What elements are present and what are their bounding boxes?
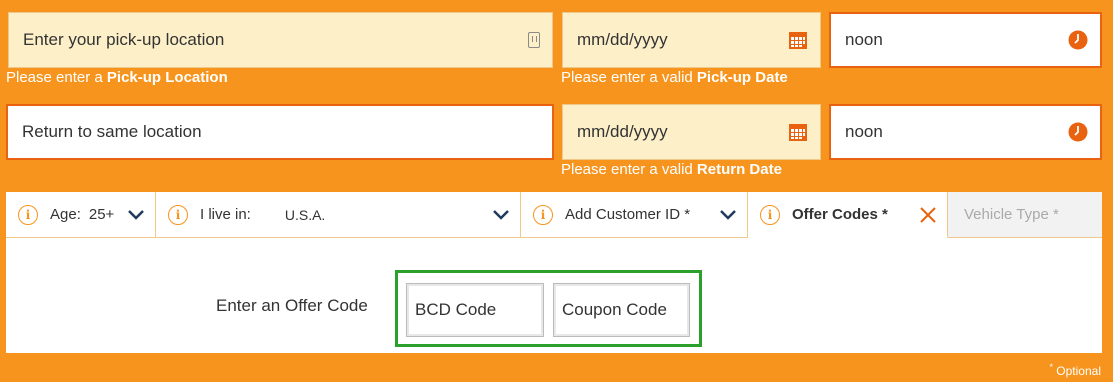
return-date-error: Please enter a valid Return Date <box>561 161 782 178</box>
vehicle-type-select[interactable]: Vehicle Type * <box>948 192 1102 238</box>
calendar-icon[interactable] <box>788 30 808 50</box>
pickup-location-input[interactable]: Enter your pick-up location <box>8 12 553 68</box>
pickup-date-placeholder: mm/dd/yyyy <box>577 30 668 49</box>
return-date-input[interactable]: mm/dd/yyyy <box>562 104 821 160</box>
close-icon[interactable] <box>919 206 937 224</box>
customer-id-label: Add Customer ID * <box>565 206 691 223</box>
offer-code-label: Enter an Offer Code <box>216 296 368 315</box>
pickup-location-error: Please enter a Pick-up Location <box>6 69 228 86</box>
return-time-value: noon <box>845 122 883 141</box>
age-value: 25+ <box>88 206 115 223</box>
calendar-icon[interactable] <box>788 122 808 142</box>
customer-id-select[interactable]: i Add Customer ID * <box>521 192 748 238</box>
return-location-value: Return to same location <box>22 122 202 141</box>
info-icon[interactable]: i <box>760 204 780 225</box>
residence-value: U.S.A. <box>284 206 326 223</box>
optional-note: * Optional <box>1049 362 1101 378</box>
pickup-time-value: noon <box>845 30 883 49</box>
return-location-input[interactable]: Return to same location <box>6 104 554 160</box>
return-date-placeholder: mm/dd/yyyy <box>577 122 668 141</box>
residence-select[interactable]: i I live in: U.S.A. <box>156 192 521 238</box>
return-time-select[interactable]: noon <box>829 104 1102 160</box>
tab-offer-codes[interactable]: i Offer Codes * <box>748 192 948 238</box>
chevron-down-icon <box>128 209 144 220</box>
residence-label: I live in: <box>200 206 251 223</box>
offer-codes-label: Offer Codes * <box>792 206 888 223</box>
coupon-code-input[interactable]: Coupon Code <box>553 283 690 337</box>
age-select[interactable]: i Age: 25+ <box>6 192 156 238</box>
clock-icon <box>1068 122 1088 142</box>
bcd-code-input[interactable]: BCD Code <box>406 283 544 337</box>
info-icon[interactable]: i <box>533 204 553 225</box>
options-bar: i Age: 25+ i I live in: U.S.A. i Add Cus… <box>6 192 1102 238</box>
pickup-time-select[interactable]: noon <box>829 12 1102 68</box>
vehicle-type-label: Vehicle Type * <box>964 206 1059 223</box>
age-label: Age: <box>50 206 81 223</box>
info-icon[interactable]: i <box>18 204 38 225</box>
coupon-code-placeholder: Coupon Code <box>562 300 667 319</box>
location-icon <box>528 32 540 48</box>
pickup-date-error: Please enter a valid Pick-up Date <box>561 69 788 86</box>
pickup-date-input[interactable]: mm/dd/yyyy <box>562 12 821 68</box>
pickup-location-placeholder: Enter your pick-up location <box>23 30 225 49</box>
info-icon[interactable]: i <box>168 204 188 225</box>
chevron-down-icon <box>720 209 736 220</box>
chevron-down-icon <box>493 209 509 220</box>
bcd-code-placeholder: BCD Code <box>415 300 497 319</box>
clock-icon <box>1068 30 1088 50</box>
